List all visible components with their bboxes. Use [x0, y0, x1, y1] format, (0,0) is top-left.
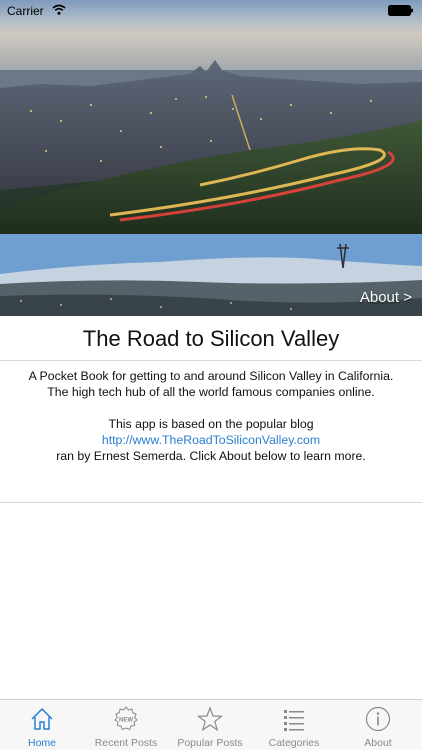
fog-panorama-banner: About > — [0, 234, 422, 316]
tab-popular-posts-label: Popular Posts — [177, 737, 243, 749]
author-text: ran by Ernest Semerda. Click About below… — [56, 449, 366, 463]
tab-categories-label: Categories — [268, 737, 320, 749]
fog-panorama-image — [0, 234, 422, 316]
battery-icon — [388, 5, 413, 16]
title-divider — [0, 360, 422, 361]
tab-popular-posts[interactable]: Popular Posts — [168, 700, 252, 750]
tab-categories[interactable]: Categories — [252, 700, 336, 750]
wifi-icon — [52, 4, 66, 15]
tab-home-label: Home — [27, 737, 56, 749]
skyline-illustration — [0, 0, 422, 234]
content-divider — [0, 502, 422, 503]
description-text: A Pocket Book for getting to and around … — [28, 369, 394, 399]
blog-url-link[interactable]: http://www.TheRoadToSiliconValley.com — [102, 433, 320, 447]
carrier-name: Carrier — [7, 4, 44, 18]
tab-bar: Home NEW Recent Posts Popular Posts Cate… — [0, 699, 422, 750]
about-link[interactable]: About > — [360, 289, 412, 306]
based-on-text: This app is based on the popular blog — [108, 417, 314, 431]
list-icon — [284, 710, 304, 731]
tab-recent-posts[interactable]: NEW Recent Posts — [84, 700, 168, 750]
tab-about[interactable]: About — [336, 700, 420, 750]
description-block: A Pocket Book for getting to and around … — [18, 368, 404, 464]
info-icon — [365, 706, 391, 732]
city-skyline-image — [0, 0, 422, 234]
tab-recent-posts-label: Recent Posts — [94, 737, 158, 749]
tab-home[interactable]: Home — [0, 700, 84, 750]
star-icon — [197, 706, 223, 732]
tab-about-label: About — [364, 737, 392, 749]
new-badge-icon: NEW — [114, 706, 138, 731]
page-title: The Road to Silicon Valley — [82, 326, 340, 351]
home-icon — [31, 707, 53, 730]
status-bar: Carrier — [0, 0, 422, 22]
svg-text:NEW: NEW — [119, 718, 133, 724]
